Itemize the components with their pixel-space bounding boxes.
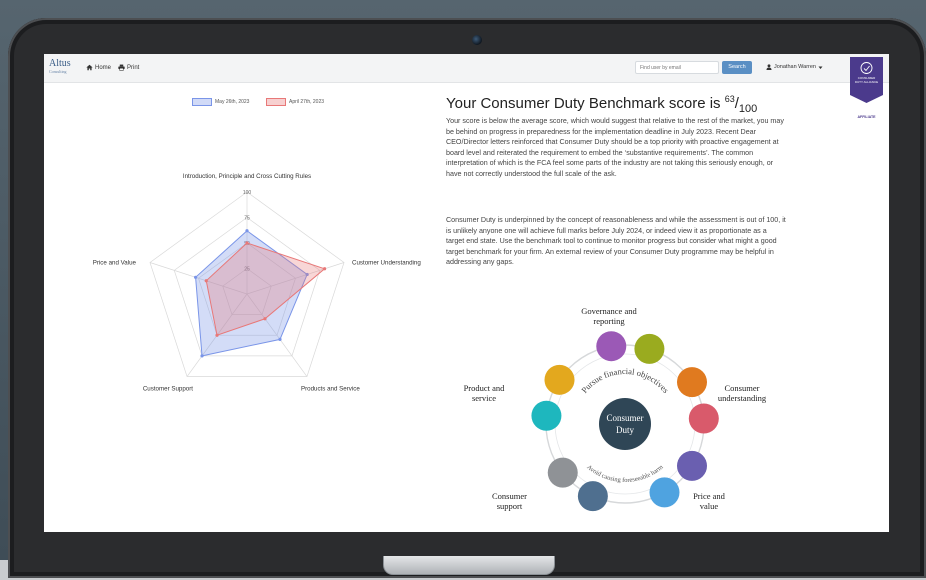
- dot-governance-purple: [596, 331, 627, 362]
- dot-price-violet: [676, 450, 707, 481]
- center-label-line2: Duty: [616, 425, 635, 435]
- diagram-label-consumer-support: Consumer support: [482, 491, 537, 511]
- tablet-stand: [383, 556, 555, 575]
- arc-text-bottom-path: Avoid causing foreseeable harm: [585, 464, 664, 484]
- consumer-duty-diagram: Consumer Duty Pursue financial objective…: [531, 331, 719, 512]
- camera-icon: [472, 35, 482, 45]
- dot-product-teal: [531, 400, 562, 431]
- product-service-line2: service: [471, 392, 497, 403]
- governance-line2: reporting: [593, 315, 625, 326]
- dot-understanding-red: [688, 403, 719, 434]
- center-circle: [599, 398, 651, 450]
- diagram-label-consumer-understanding: Consumer understanding: [707, 383, 777, 403]
- consumer-understanding-line2: understanding: [717, 392, 767, 403]
- dot-price-blue: [649, 477, 680, 508]
- consumer-support-line1: Consumer: [492, 491, 527, 501]
- product-service-line1: Product and: [463, 383, 505, 393]
- price-value-line1: Price and: [693, 491, 725, 501]
- price-value-line2: value: [699, 500, 719, 511]
- dot-product-yellow: [544, 364, 575, 395]
- governance-line1: Governance and: [581, 306, 637, 316]
- dot-support-gray: [547, 457, 578, 488]
- diagram-label-price-value: Price and value: [684, 491, 734, 511]
- arc-text-top-path: Pursue financial objectives: [579, 366, 671, 395]
- dot-governance-green: [634, 333, 665, 364]
- consumer-understanding-line1: Consumer: [724, 383, 760, 393]
- center-label-line1: Consumer: [607, 413, 644, 423]
- arc-text-bottom: Avoid causing foreseeable harm: [585, 464, 664, 484]
- diagram-label-product-service: Product and service: [449, 383, 519, 403]
- arc-text-top: Pursue financial objectives: [579, 366, 671, 395]
- dot-understanding-orange: [676, 367, 707, 398]
- dot-support-slate: [577, 481, 608, 512]
- app-screen: Altus Consulting Home Print Search Jonat…: [44, 54, 889, 532]
- diagram-label-governance: Governance and reporting: [564, 306, 654, 326]
- consumer-support-line2: support: [496, 500, 523, 511]
